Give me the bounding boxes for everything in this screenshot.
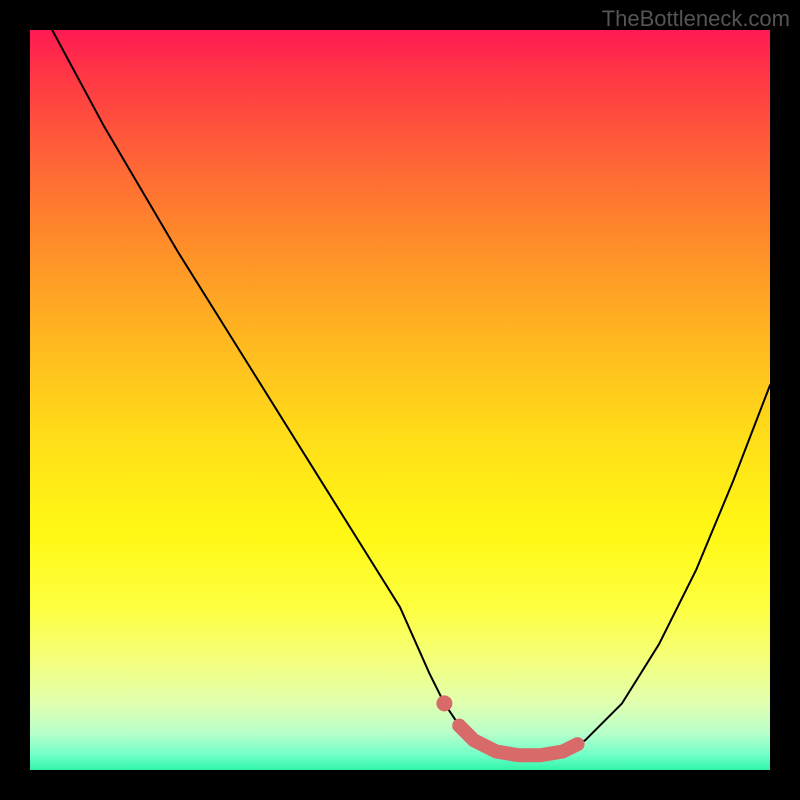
chart-svg: [30, 30, 770, 770]
plot-area: [30, 30, 770, 770]
highlight-dot: [436, 695, 452, 711]
curve-line: [52, 30, 770, 755]
watermark-text: TheBottleneck.com: [602, 6, 790, 32]
highlight-band: [459, 726, 577, 756]
